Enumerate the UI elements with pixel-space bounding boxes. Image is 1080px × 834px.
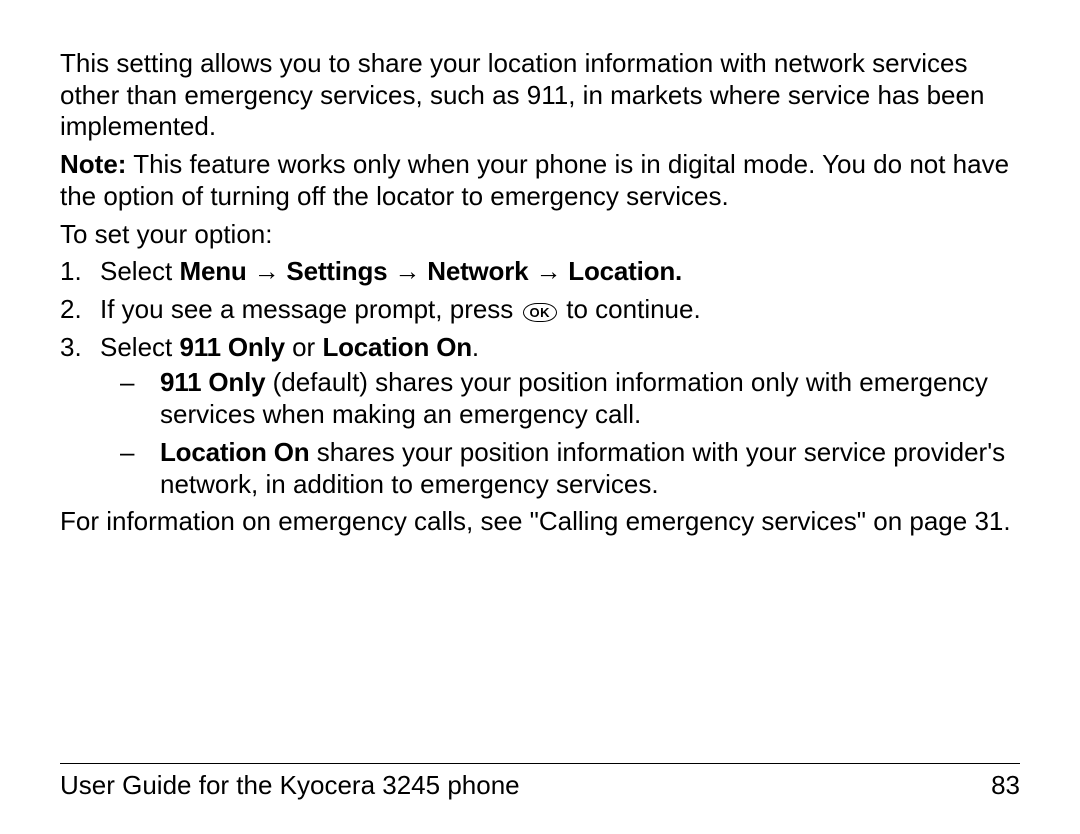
- step-3-opt2: Location On: [322, 332, 471, 362]
- note-label: Note:: [60, 149, 126, 179]
- sub1-bold: 911 Only: [160, 367, 265, 397]
- closing-paragraph: For information on emergency calls, see …: [60, 506, 1020, 538]
- intro-paragraph: This setting allows you to share your lo…: [60, 48, 1020, 143]
- document-body: This setting allows you to share your lo…: [60, 48, 1020, 538]
- note-text: This feature works only when your phone …: [60, 149, 1009, 211]
- footer-page-number: 83: [991, 770, 1020, 802]
- note-paragraph: Note: This feature works only when your …: [60, 149, 1020, 212]
- sub-location-on: Location On shares your position informa…: [100, 437, 1020, 500]
- step-3-or: or: [285, 332, 323, 362]
- step-2-suffix: to continue.: [559, 294, 701, 324]
- step-1-prefix: Select: [100, 256, 180, 286]
- step-3-suffix: .: [472, 332, 479, 362]
- sub2-bold: Location On: [160, 437, 309, 467]
- step-1-bold: Menu → Settings → Network → Location.: [180, 256, 683, 286]
- page-footer: User Guide for the Kyocera 3245 phone 83: [60, 763, 1020, 802]
- step-3-sublist: 911 Only (default) shares your position …: [100, 367, 1020, 500]
- to-set-line: To set your option:: [60, 219, 1020, 251]
- ok-icon: OK: [523, 303, 558, 322]
- footer-title: User Guide for the Kyocera 3245 phone: [60, 770, 520, 802]
- step-1: Select Menu → Settings → Network → Locat…: [60, 256, 1020, 288]
- step-3: Select 911 Only or Location On. 911 Only…: [60, 332, 1020, 501]
- step-3-prefix: Select: [100, 332, 180, 362]
- step-3-opt1: 911 Only: [180, 332, 285, 362]
- step-2: If you see a message prompt, press OK to…: [60, 294, 1020, 326]
- step-2-prefix: If you see a message prompt, press: [100, 294, 521, 324]
- sub-911-only: 911 Only (default) shares your position …: [100, 367, 1020, 430]
- steps-list: Select Menu → Settings → Network → Locat…: [60, 256, 1020, 500]
- sub1-text: (default) shares your position informati…: [160, 367, 988, 429]
